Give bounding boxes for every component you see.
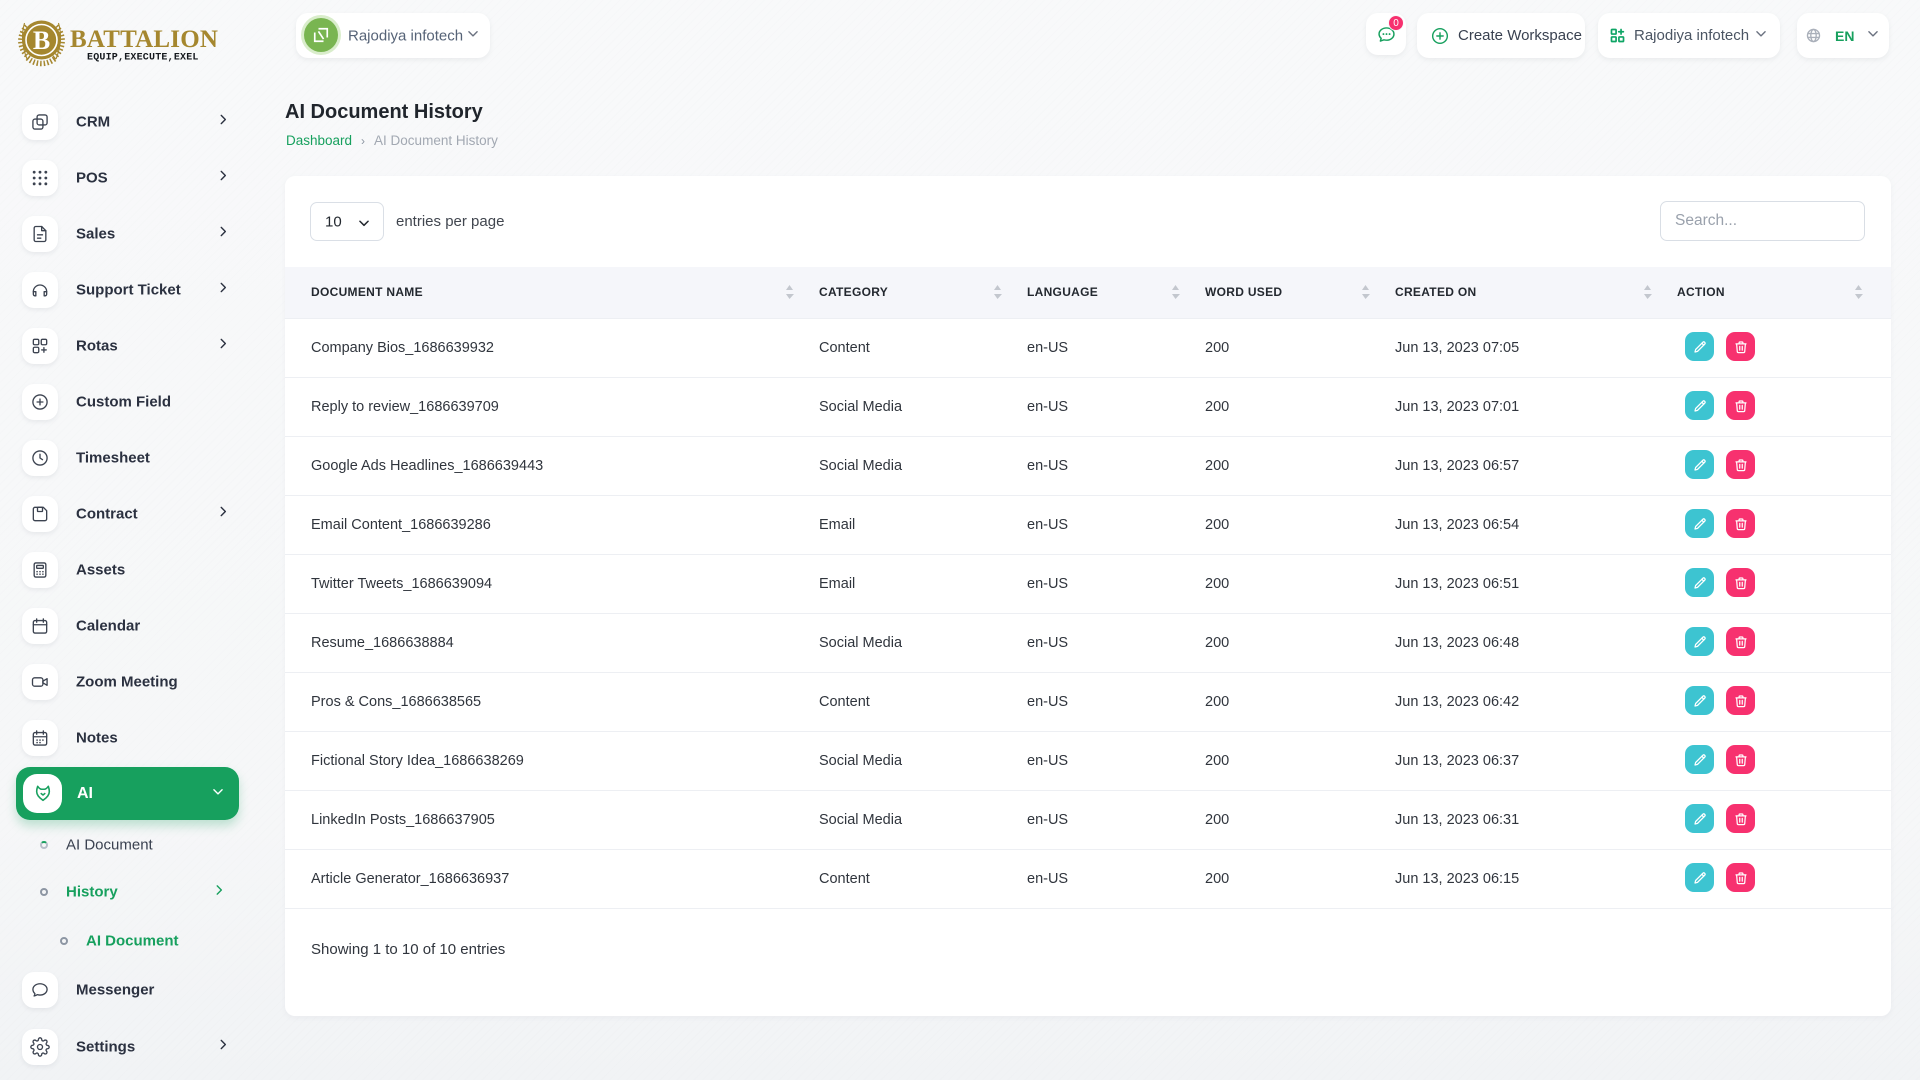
svg-text:BATTALION: BATTALION bbox=[70, 26, 218, 53]
svg-text:B: B bbox=[33, 26, 50, 55]
svg-text:EQUIP,EXECUTE,EXEL: EQUIP,EXECUTE,EXEL bbox=[87, 53, 199, 64]
